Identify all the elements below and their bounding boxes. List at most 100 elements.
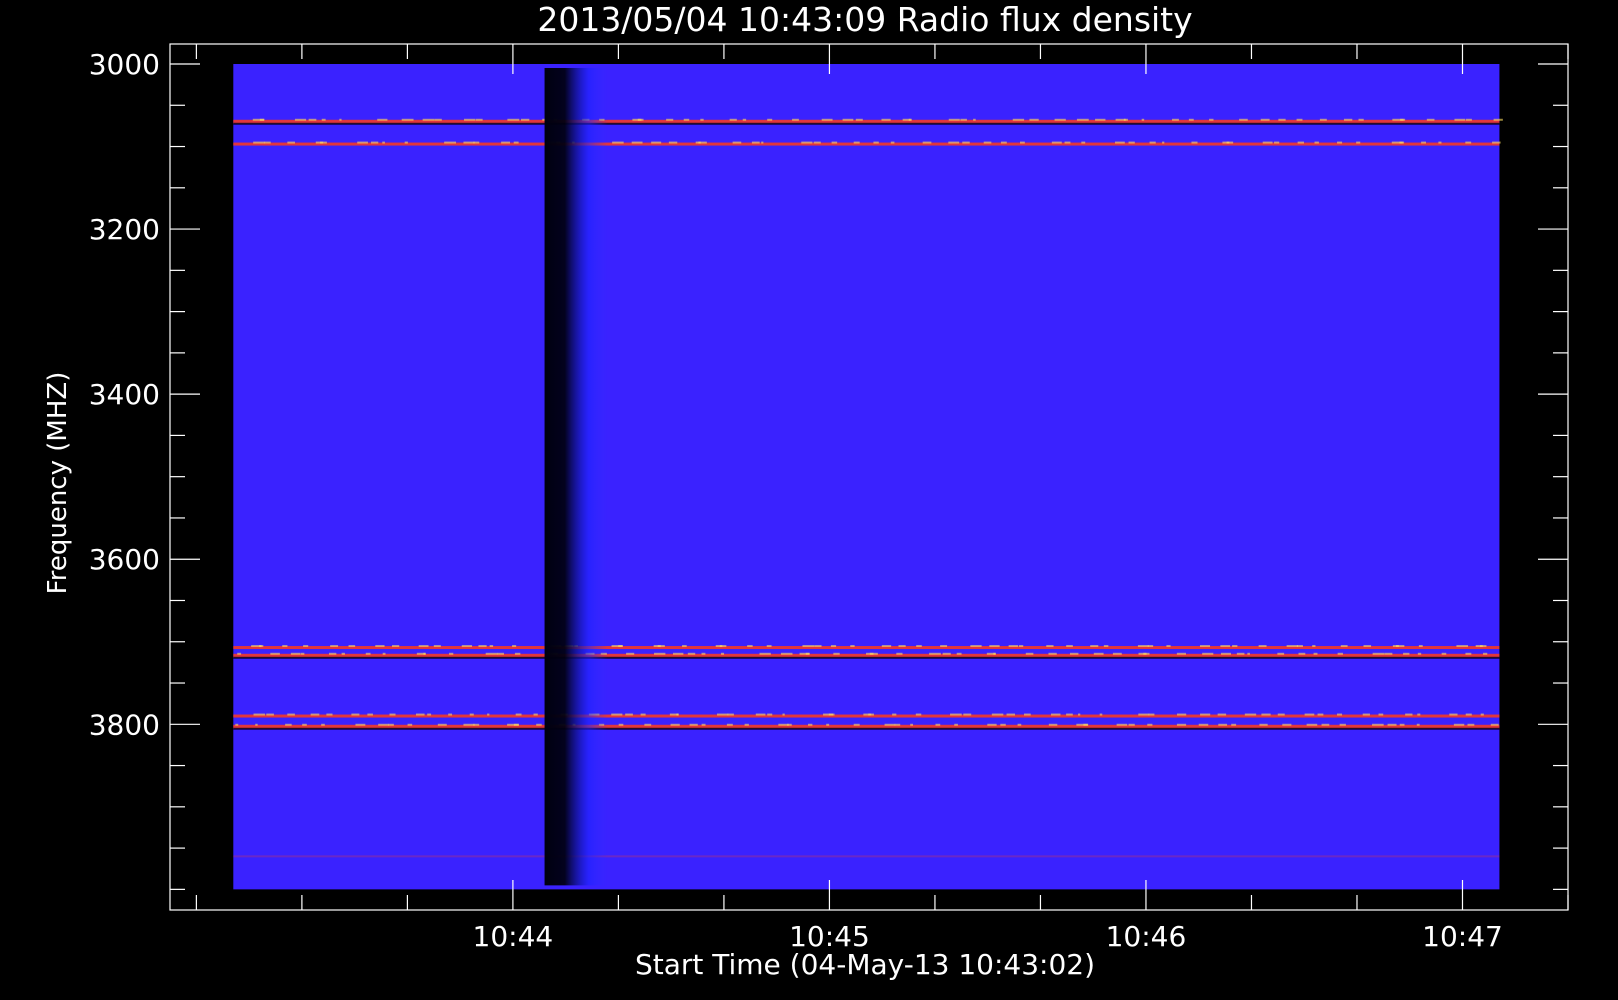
rfi-speckle <box>1188 118 1194 121</box>
rfi-speckle <box>611 713 623 716</box>
rfi-speckle <box>367 713 373 716</box>
rfi-speckle <box>407 723 413 726</box>
rfi-speckle <box>1282 723 1292 726</box>
rfi-speckle <box>1314 141 1319 144</box>
rfi-speckle <box>701 723 706 726</box>
rfi-speckle <box>1258 645 1267 648</box>
rfi-speckle <box>310 713 320 716</box>
rfi-speckle <box>1277 713 1285 716</box>
rfi-speckle <box>1479 645 1483 648</box>
rfi-speckle <box>801 141 813 144</box>
rfi-speckle <box>1064 141 1071 144</box>
rfi-speckle <box>475 118 483 121</box>
rfi-speckle <box>618 723 624 726</box>
x-tick-label: 10:47 <box>1422 920 1503 953</box>
rfi-speckle <box>1418 645 1423 648</box>
rfi-speckle <box>1362 713 1370 716</box>
rfi-speckle <box>805 652 810 655</box>
rfi-speckle <box>497 652 504 655</box>
rfi-speckle <box>700 118 704 121</box>
rfi-speckle <box>1054 118 1066 121</box>
rfi-speckle <box>892 713 897 716</box>
rfi-speckle <box>830 645 837 648</box>
rfi-speckle <box>1321 723 1330 726</box>
rfi-speckle <box>422 118 435 121</box>
rfi-speckle <box>778 723 789 726</box>
rfi-speckle <box>253 713 266 716</box>
rfi-speckle <box>767 118 773 121</box>
rfi-speckle <box>326 713 333 716</box>
rfi-speckle <box>1399 141 1405 144</box>
rfi-speckle <box>1218 723 1228 726</box>
rfi-speckle <box>732 141 742 144</box>
rfi-speckle <box>489 645 494 648</box>
y-axis-label: Frequency (MHZ) <box>43 372 73 595</box>
rfi-speckle <box>1048 723 1058 726</box>
rfi-speckle <box>1312 645 1316 648</box>
rfi-speckle <box>631 141 643 144</box>
rfi-speckle <box>898 645 906 648</box>
rfi-speckle <box>670 723 680 726</box>
rfi-speckle <box>378 723 389 726</box>
rfi-speckle <box>434 118 442 121</box>
rfi-speckle <box>1051 141 1062 144</box>
rfi-line-3790 <box>233 713 1500 718</box>
rfi-speckle <box>355 723 366 726</box>
rfi-speckle <box>1337 141 1343 144</box>
rfi-speckle <box>916 645 922 648</box>
rfi-speckle <box>935 723 941 726</box>
rfi-speckle <box>963 713 972 716</box>
rfi-speckle <box>1137 645 1149 648</box>
rfi-speckle <box>1278 118 1286 121</box>
rfi-speckle <box>507 118 520 121</box>
rfi-speckle <box>853 141 860 144</box>
rfi-line-dark <box>233 122 1500 125</box>
rfi-speckle <box>1277 652 1285 655</box>
rfi-speckle <box>448 713 453 716</box>
rfi-speckle <box>894 723 901 726</box>
rfi-speckle <box>1339 723 1346 726</box>
rfi-speckle <box>948 118 960 121</box>
rfi-speckle <box>761 141 764 144</box>
rfi-speckle <box>1138 713 1150 716</box>
rfi-speckle <box>780 652 793 655</box>
rfi-speckle <box>375 645 385 648</box>
rfi-speckle <box>282 645 288 648</box>
rfi-speckle <box>956 652 962 655</box>
rfi-speckle <box>868 713 872 716</box>
rfi-speckle <box>321 723 325 726</box>
rfi-speckle <box>415 713 425 716</box>
rfi-speckle <box>1143 652 1147 655</box>
rfi-speckle <box>433 645 441 648</box>
rfi-speckle <box>1337 652 1343 655</box>
y-tick-label: 3000 <box>89 48 160 81</box>
rfi-speckle <box>1297 141 1304 144</box>
rfi-speckle <box>1116 723 1128 726</box>
rfi-speckle <box>1099 713 1103 716</box>
rfi-speckle <box>701 652 706 655</box>
spectrogram-data <box>233 64 1503 890</box>
rfi-speckle <box>948 141 960 144</box>
rfi-speckle <box>259 645 264 648</box>
rfi-speckle <box>1112 652 1122 655</box>
chart-title: 2013/05/04 10:43:09 Radio flux density <box>537 0 1192 39</box>
rfi-speckle <box>1492 141 1501 144</box>
rfi-speckle <box>1226 141 1230 144</box>
rfi-speckle <box>954 723 958 726</box>
rfi-speckle <box>1465 141 1472 144</box>
rfi-speckle <box>814 645 822 648</box>
rfi-speckle <box>1490 723 1499 726</box>
rfi-speckle <box>351 713 360 716</box>
rfi-speckle <box>1018 645 1024 648</box>
rfi-speckle <box>881 645 892 648</box>
rfi-speckle <box>1395 645 1399 648</box>
rfi-speckle <box>1000 141 1007 144</box>
rfi-speckle <box>719 645 723 648</box>
rfi-speckle <box>962 141 970 144</box>
rfi-speckle <box>501 141 511 144</box>
rfi-speckle <box>1006 713 1015 716</box>
rfi-speckle <box>989 645 1000 648</box>
rfi-speckle <box>536 723 542 726</box>
rfi-speckle <box>782 713 785 716</box>
rfi-speckle <box>666 118 674 121</box>
